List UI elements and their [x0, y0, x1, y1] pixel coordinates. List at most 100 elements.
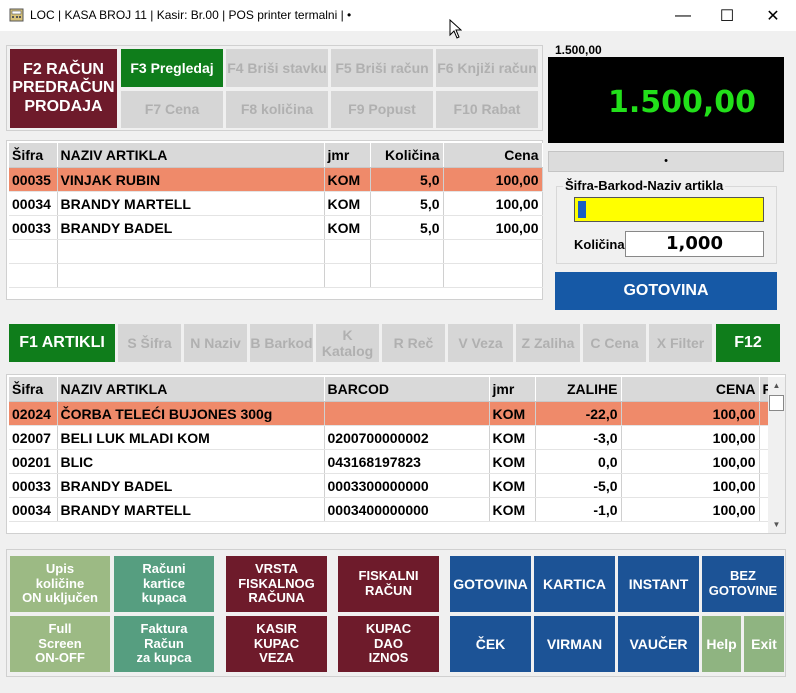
articles-col-zalihe[interactable]: ZALIHE [535, 377, 622, 402]
bill-col-kolicina[interactable]: Količina [370, 143, 444, 168]
article-row[interactable]: 02024 ČORBA TELEĆI BUJONES 300g KOM -22,… [9, 401, 770, 426]
cell: BLIC [57, 449, 325, 474]
cell: KOM [324, 191, 371, 216]
bill-col-jmr[interactable]: jmr [324, 143, 371, 168]
cell: 100,00 [443, 191, 543, 216]
maximize-button[interactable]: ☐ [704, 0, 750, 31]
cell: BELI LUK MLADI KOM [57, 425, 325, 450]
bill-row[interactable]: 00034 BRANDY MARTELL KOM 5,0 100,00 [9, 191, 543, 216]
scroll-thumb[interactable] [769, 395, 784, 411]
bez-gotovine-button[interactable]: BEZ GOTOVINE [702, 556, 784, 612]
cell: 00033 [9, 215, 58, 240]
help-button[interactable]: Help [702, 616, 741, 672]
f10-rabat-button[interactable]: F10 Rabat [436, 91, 538, 128]
article-row[interactable]: 00033 BRANDY BADEL 0003300000000 KOM -5,… [9, 473, 770, 498]
article-row[interactable]: 00201 BLIC 043168197823 KOM 0,0 100,00 [9, 449, 770, 474]
kupac-dao-iznos-button[interactable]: KUPAC DAO IZNOS [338, 616, 439, 672]
quantity-field[interactable]: 1,000 [625, 231, 764, 257]
articles-col-jmr[interactable]: jmr [489, 377, 536, 402]
cell: 5,0 [370, 215, 444, 240]
entry-legend: Šifra-Barkod-Naziv artikla [563, 178, 726, 193]
cell: KOM [489, 401, 536, 426]
vrsta-fiskalnog-button[interactable]: VRSTA FISKALNOG RAČUNA [226, 556, 327, 612]
bill-col-cena[interactable]: Cena [443, 143, 543, 168]
cek-pay-button[interactable]: ČEK [450, 616, 531, 672]
status-bar: • [548, 151, 784, 172]
cell: -3,0 [535, 425, 622, 450]
f7-cena-button[interactable]: F7 Cena [121, 91, 223, 128]
cell: BRANDY BADEL [57, 215, 325, 240]
close-button[interactable]: ✕ [750, 0, 796, 31]
cell: -22,0 [535, 401, 622, 426]
app-icon [9, 8, 24, 22]
filter-veza-button[interactable]: V Veza [448, 324, 513, 362]
articles-table: Šifra NAZIV ARTIKLA BARCOD jmr ZALIHE CE… [9, 377, 770, 522]
bill-col-naziv[interactable]: NAZIV ARTIKLA [57, 143, 325, 168]
kasir-kupac-veza-button[interactable]: KASIR KUPAC VEZA [226, 616, 327, 672]
filter-barkod-button[interactable]: B Barkod [250, 324, 313, 362]
f3-pregledaj-button[interactable]: F3 Pregledaj [121, 49, 223, 87]
cell: BRANDY BADEL [57, 473, 325, 498]
cell: KOM [489, 449, 536, 474]
faktura-racun-button[interactable]: Faktura Račun za kupca [114, 616, 214, 672]
cell: VINJAK RUBIN [57, 167, 325, 192]
f9-popust-button[interactable]: F9 Popust [331, 91, 433, 128]
virman-pay-button[interactable]: VIRMAN [534, 616, 615, 672]
vaucer-pay-button[interactable]: VAUČER [618, 616, 699, 672]
f1-artikli-button[interactable]: F1 ARTIKLI [9, 324, 115, 362]
mouse-cursor-icon [449, 19, 462, 39]
article-row[interactable]: 00034 BRANDY MARTELL 0003400000000 KOM -… [9, 497, 770, 522]
upis-kolicine-button[interactable]: Upis količine ON uključen [10, 556, 110, 612]
scroll-up-icon[interactable]: ▲ [768, 377, 785, 394]
cell: KOM [324, 167, 371, 192]
cell: 100,00 [621, 497, 760, 522]
bill-row[interactable]: 00035 VINJAK RUBIN KOM 5,0 100,00 [9, 167, 543, 192]
f8-kolicina-button[interactable]: F8 količina [226, 91, 328, 128]
articles-col-sifra[interactable]: Šifra [9, 377, 58, 402]
bill-col-sifra[interactable]: Šifra [9, 143, 58, 168]
f2-racun-button[interactable]: F2 RAČUN PREDRAČUN PRODAJA [10, 49, 117, 128]
gotovina-pay-button[interactable]: GOTOVINA [450, 556, 531, 612]
article-search-input[interactable] [574, 197, 764, 222]
bill-table-panel: Šifra NAZIV ARTIKLA jmr Količina Cena 00… [6, 140, 543, 300]
window-title: LOC | KASA BROJ 11 | Kasir: Br.00 | POS … [30, 8, 352, 22]
cell: ČORBA TELEĆI BUJONES 300g [57, 401, 325, 426]
scroll-down-icon[interactable]: ▼ [768, 516, 785, 533]
articles-col-cena[interactable]: CENA [621, 377, 760, 402]
exit-button[interactable]: Exit [744, 616, 784, 672]
article-row[interactable]: 02007 BELI LUK MLADI KOM 0200700000002 K… [9, 425, 770, 450]
cell: -5,0 [535, 473, 622, 498]
cell: KOM [489, 497, 536, 522]
cell: -1,0 [535, 497, 622, 522]
filter-zaliha-button[interactable]: Z Zaliha [516, 324, 580, 362]
filter-filter-button[interactable]: X Filter [649, 324, 712, 362]
racuni-kartice-button[interactable]: Računi kartice kupaca [114, 556, 214, 612]
filter-cena-button[interactable]: C Cena [583, 324, 646, 362]
instant-pay-button[interactable]: INSTANT [618, 556, 699, 612]
cell: 100,00 [443, 215, 543, 240]
filter-rec-button[interactable]: R Reč [382, 324, 445, 362]
fiskalni-racun-button[interactable]: FISKALNI RAČUN [338, 556, 439, 612]
filter-naziv-button[interactable]: N Naziv [184, 324, 247, 362]
minimize-button[interactable]: — [660, 0, 706, 31]
gotovina-main-button[interactable]: GOTOVINA [555, 272, 777, 310]
cell: 0003400000000 [324, 497, 490, 522]
f6-knjizi-racun-button[interactable]: F6 Knjiži račun [436, 49, 538, 87]
kartica-pay-button[interactable]: KARTICA [534, 556, 615, 612]
total-display: 1.500,00 [548, 57, 784, 143]
articles-col-barcod[interactable]: BARCOD [324, 377, 490, 402]
articles-scrollbar[interactable]: ▲ ▼ [768, 377, 785, 533]
articles-col-naziv[interactable]: NAZIV ARTIKLA [57, 377, 325, 402]
bill-row[interactable]: 00033 BRANDY BADEL KOM 5,0 100,00 [9, 215, 543, 240]
full-screen-button[interactable]: Full Screen ON-OFF [10, 616, 110, 672]
filter-sifra-button[interactable]: S Šifra [118, 324, 181, 362]
title-bar: LOC | KASA BROJ 11 | Kasir: Br.00 | POS … [0, 0, 796, 39]
bill-table: Šifra NAZIV ARTIKLA jmr Količina Cena 00… [9, 143, 543, 288]
total-amount: 1.500,00 [607, 85, 756, 120]
cell: 100,00 [443, 167, 543, 192]
filter-katalog-button[interactable]: K Katalog [316, 324, 379, 362]
f12-button[interactable]: F12 [716, 324, 780, 362]
cell: 0,0 [535, 449, 622, 474]
f4-brisi-stavku-button[interactable]: F4 Briši stavku [226, 49, 328, 87]
f5-brisi-racun-button[interactable]: F5 Briši račun [331, 49, 433, 87]
